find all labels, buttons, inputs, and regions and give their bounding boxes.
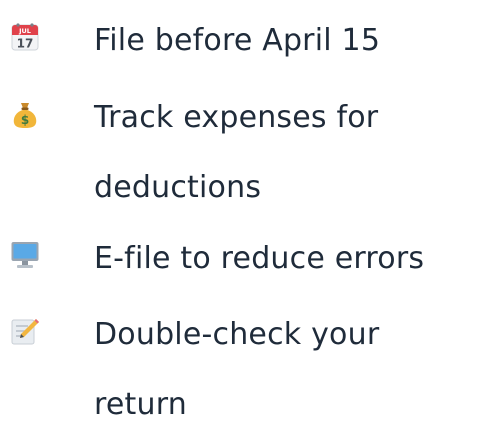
desktop-computer-icon [10,240,40,270]
calendar-month: JUL [18,27,31,35]
item-text-line: Track expenses for [94,100,379,135]
calendar-day: 17 [17,37,34,51]
money-symbol: $ [21,113,29,127]
item-text-line: File before April 15 [94,23,381,58]
memo-pencil-icon [10,316,40,346]
calendar-icon: JUL 17 [10,22,40,52]
item-text-line: E-file to reduce errors [94,241,425,276]
item-text-line: return [94,387,187,422]
item-text-line: Double-check your [94,317,380,352]
item-text-line: deductions [94,170,262,205]
money-bag-icon: $ [10,99,40,129]
